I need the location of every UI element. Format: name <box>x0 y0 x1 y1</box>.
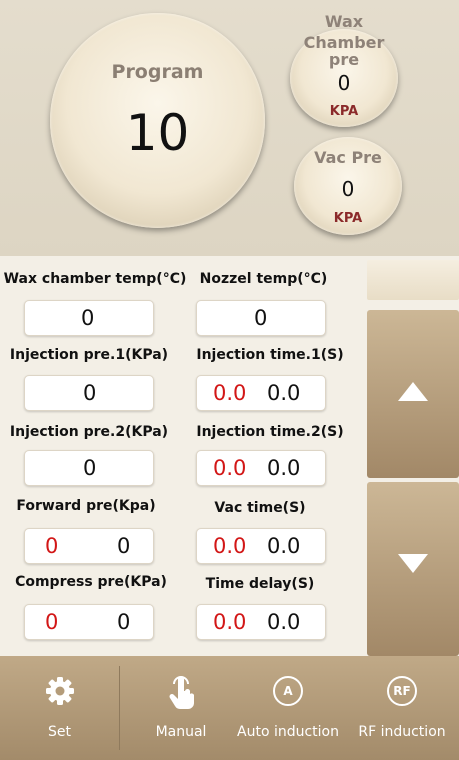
auto-induction-button[interactable]: A Auto induction <box>232 656 344 760</box>
program-label: Program <box>111 61 204 83</box>
nav-divider <box>119 666 120 750</box>
injection-pre1-value: 0 <box>83 381 97 405</box>
program-dial[interactable]: Program 10 <box>50 13 265 228</box>
compress-pre-current: 0 <box>45 610 59 634</box>
injection-pre1-label: Injection pre.1(KPa) <box>9 347 169 363</box>
wax-chamber-pre-label-line2: Chamber pre <box>303 33 385 69</box>
forward-pre-current: 0 <box>45 534 59 558</box>
wax-chamber-temp-field[interactable]: 0 <box>24 300 154 336</box>
scroll-top-button[interactable] <box>367 260 459 300</box>
program-value: 10 <box>125 104 190 162</box>
auto-induction-label: Auto induction <box>237 724 339 740</box>
rf-induction-button[interactable]: RF RF induction <box>352 656 452 760</box>
nozzel-temp-field[interactable]: 0 <box>196 300 326 336</box>
wax-chamber-pre-label-line1: Wax <box>324 12 364 31</box>
compress-pre-set: 0 <box>117 610 131 634</box>
vac-time-field[interactable]: 0.0 0.0 <box>196 528 326 564</box>
forward-pre-label: Forward pre(Kpa) <box>16 498 156 514</box>
nozzel-temp-value: 0 <box>254 306 268 330</box>
injection-pre2-value: 0 <box>83 456 97 480</box>
vac-time-current: 0.0 <box>213 534 247 558</box>
vac-pre-value: 0 <box>341 177 355 201</box>
injection-pre2-field[interactable]: 0 <box>24 450 154 486</box>
injection-time2-set: 0.0 <box>267 456 301 480</box>
header-panel: Program 10 Wax Chamber pre 0 KPA Vac Pre… <box>0 0 459 256</box>
forward-pre-set: 0 <box>117 534 131 558</box>
vac-time-label: Vac time(S) <box>214 500 306 516</box>
wax-chamber-pre-value: 0 <box>337 71 351 95</box>
wax-chamber-pre-unit: KPA <box>329 104 359 119</box>
set-label: Set <box>48 724 71 740</box>
injection-time2-label: Injection time.2(S) <box>196 424 344 440</box>
wax-chamber-temp-value: 0 <box>81 306 95 330</box>
time-delay-set: 0.0 <box>267 610 301 634</box>
compress-pre-label: Compress pre(KPa) <box>15 574 167 590</box>
auto-a-icon: A <box>232 676 344 706</box>
vac-time-set: 0.0 <box>267 534 301 558</box>
wax-chamber-pre-gauge: Wax Chamber pre 0 KPA <box>290 13 398 127</box>
vac-pre-gauge: Vac Pre 0 KPA <box>294 137 402 235</box>
injection-time1-field[interactable]: 0.0 0.0 <box>196 375 326 411</box>
forward-pre-field[interactable]: 0 0 <box>24 528 154 564</box>
nozzel-temp-label: Nozzel temp(°C) <box>199 271 328 287</box>
time-delay-label: Time delay(S) <box>205 576 315 592</box>
scroll-down-button[interactable] <box>367 482 459 656</box>
gear-icon <box>0 676 119 710</box>
time-delay-field[interactable]: 0.0 0.0 <box>196 604 326 640</box>
compress-pre-field[interactable]: 0 0 <box>24 604 154 640</box>
arrow-down-icon <box>398 554 428 573</box>
rf-icon: RF <box>352 676 452 706</box>
injection-pre1-field[interactable]: 0 <box>24 375 154 411</box>
scroll-up-button[interactable] <box>367 310 459 478</box>
set-button[interactable]: Set <box>0 656 119 760</box>
manual-button[interactable]: Manual <box>140 656 222 760</box>
rf-induction-label: RF induction <box>358 724 446 740</box>
hand-pointer-icon <box>140 676 222 714</box>
injection-pre2-label: Injection pre.2(KPa) <box>9 424 169 440</box>
time-delay-current: 0.0 <box>213 610 247 634</box>
scroll-panel <box>367 256 459 656</box>
injection-time1-set: 0.0 <box>267 381 301 405</box>
injection-time2-current: 0.0 <box>213 456 247 480</box>
injection-time2-field[interactable]: 0.0 0.0 <box>196 450 326 486</box>
injection-time1-current: 0.0 <box>213 381 247 405</box>
injection-time1-label: Injection time.1(S) <box>196 347 344 363</box>
arrow-up-icon <box>398 382 428 401</box>
vac-pre-label: Vac Pre <box>314 148 382 167</box>
bottom-nav: Set Manual A Auto induction RF RF induct… <box>0 656 459 760</box>
vac-pre-unit: KPA <box>333 211 363 226</box>
wax-chamber-temp-label: Wax chamber temp(°C) <box>3 271 187 287</box>
manual-label: Manual <box>155 724 207 740</box>
